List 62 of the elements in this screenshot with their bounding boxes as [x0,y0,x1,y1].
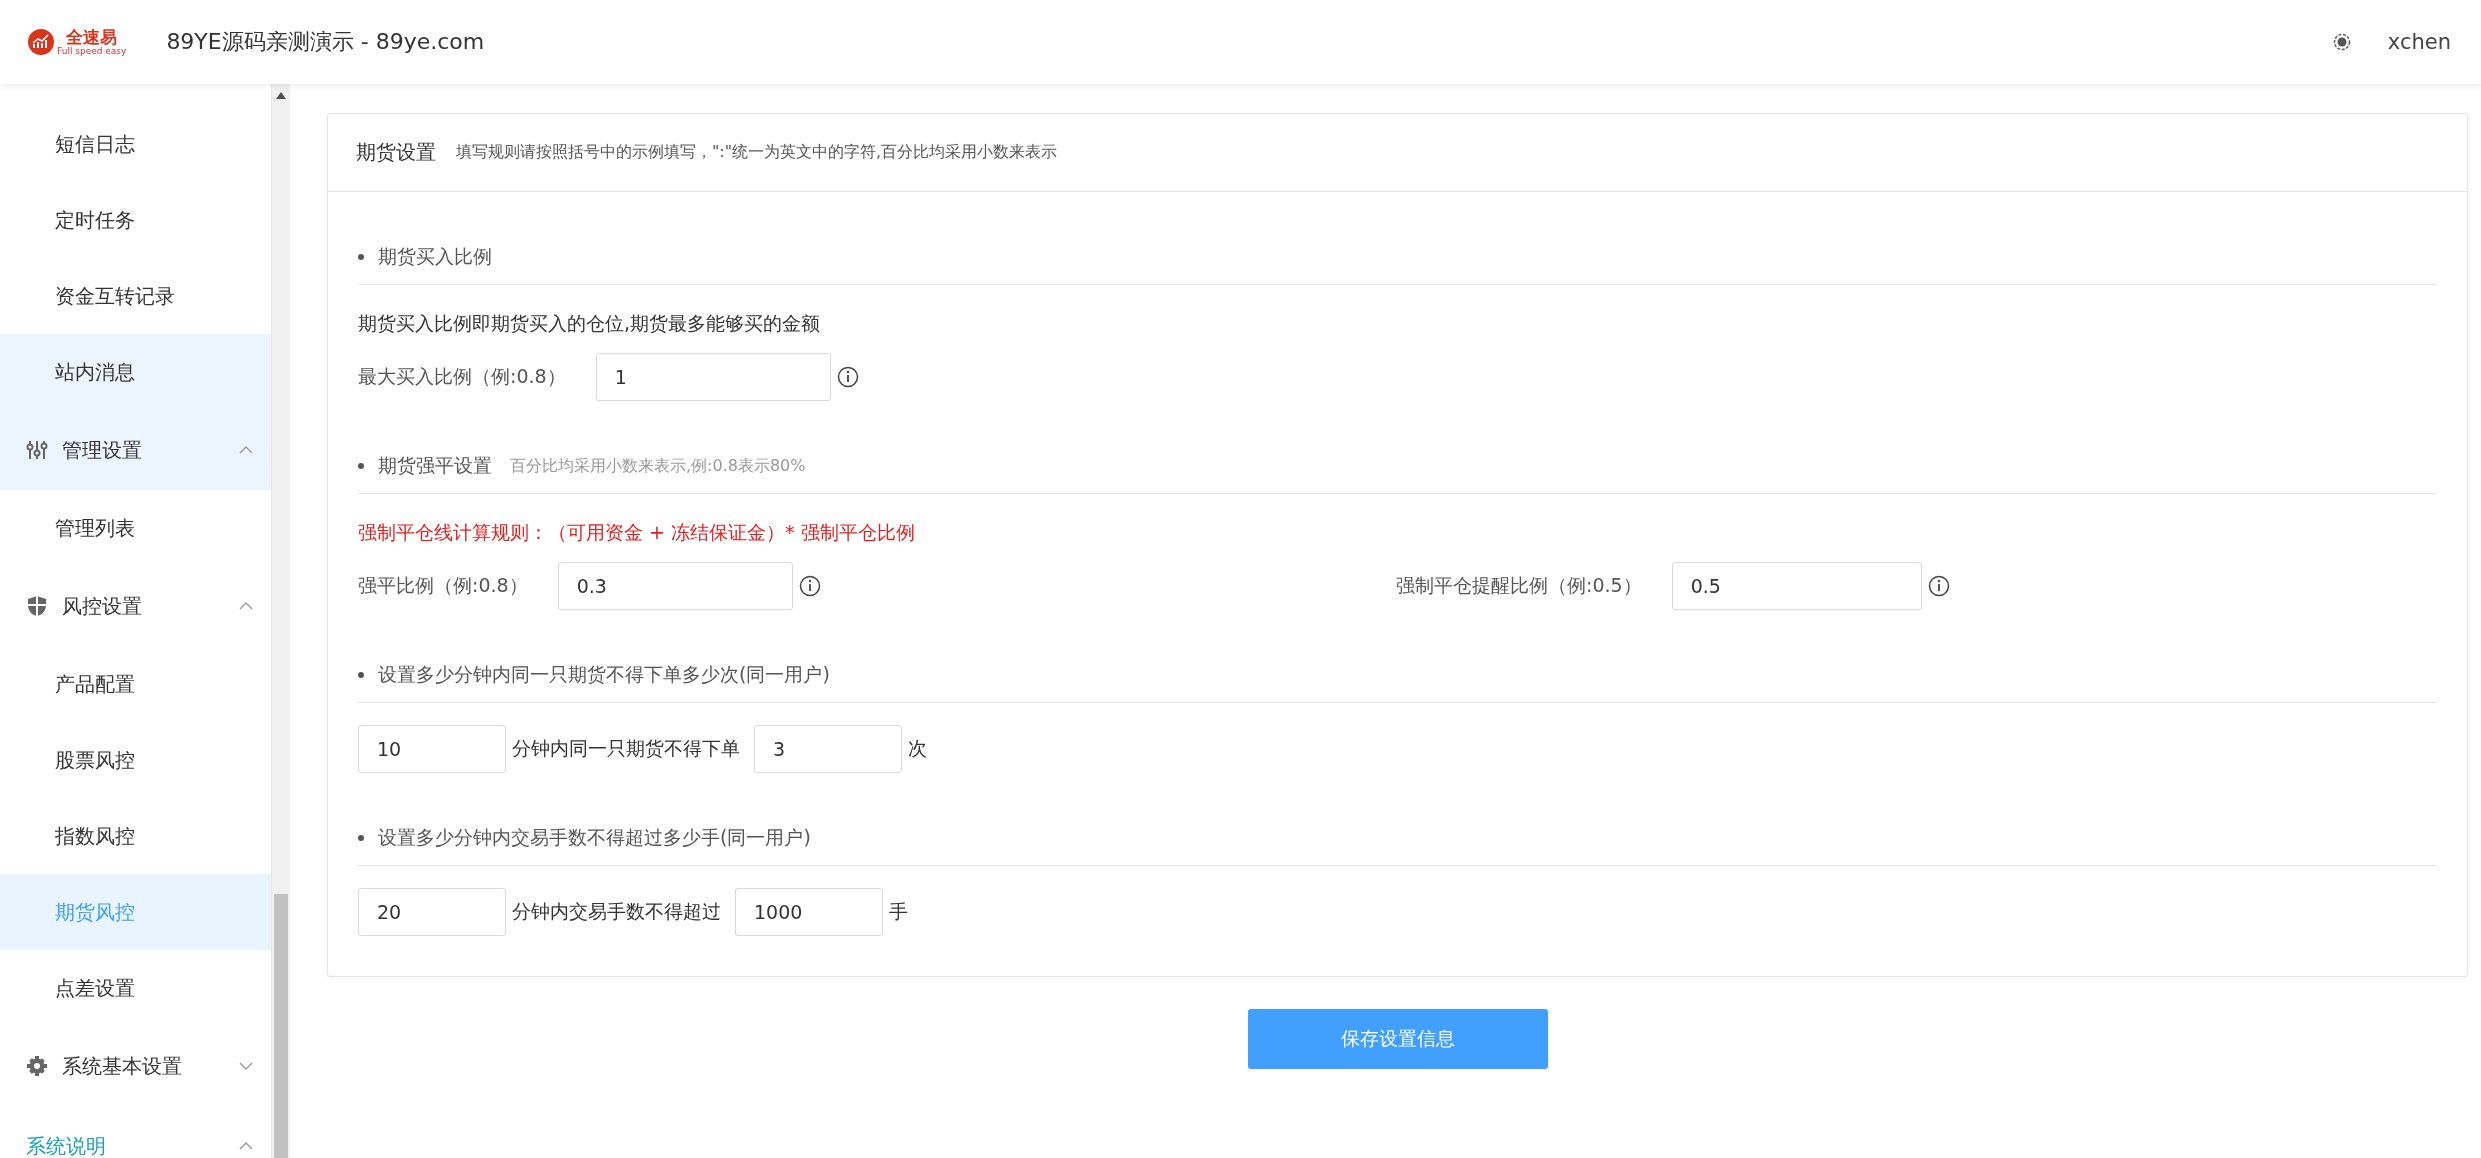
shield-icon [26,595,48,617]
scroll-up-arrow-icon[interactable] [276,92,287,99]
info-icon [798,575,821,597]
section-title: 设置多少分钟内同一只期货不得下单多少次(同一用户) [378,662,830,687]
sidebar-item[interactable]: 短信日志 [0,106,272,182]
scrollbar[interactable] [271,84,290,1158]
unit-label: 次 [908,736,927,761]
site-title: 89YE源码亲测演示 - 89ye.com [166,28,485,56]
logo-name: 全速易 [66,28,118,46]
bullet-icon [358,463,364,469]
unit-label: 分钟内同一只期货不得下单 [512,736,740,761]
input-field[interactable]: 1000 [735,888,883,936]
card-hint: 填写规则请按照括号中的示例填写，":"统一为英文中的字符,百分比均采用小数来表示 [456,142,1058,163]
sliders-icon [26,439,48,461]
chevron-icon [239,602,254,610]
gear-icon [26,1055,48,1077]
gear-icon[interactable] [2331,32,2352,52]
input-field[interactable]: 0.5 [1671,562,1922,610]
input-field[interactable]: 0.3 [557,562,793,610]
sidebar-group-label: 管理设置 [62,436,143,464]
sidebar-item[interactable]: 股票风控 [0,722,272,798]
sidebar-item[interactable]: 资金互转记录 [0,258,272,334]
section-title: 设置多少分钟内交易手数不得超过多少手(同一用户) [378,825,811,850]
bullet-icon [358,835,364,841]
input-field[interactable]: 1 [595,353,831,401]
description-text: 期货买入比例即期货买入的仓位,期货最多能够买的金额 [358,311,822,336]
sidebar-group-label: 风控设置 [62,592,143,620]
sidebar-item[interactable]: 定时任务 [0,182,272,258]
scrollbar-thumb[interactable] [274,894,288,1158]
card-title: 期货设置 [356,139,436,166]
bullet-icon [358,672,364,678]
field-label: 强制平仓提醒比例（例:0.5） [1396,573,1642,598]
chevron-icon [239,1142,254,1150]
unit-label: 分钟内交易手数不得超过 [512,899,721,924]
sidebar-item[interactable]: 产品配置 [0,646,272,722]
logo-tagline: Full speed easy [57,46,127,56]
sidebar-item[interactable]: 指数风控 [0,798,272,874]
section-title: 期货买入比例 [378,244,492,269]
chevron-icon [239,1062,254,1070]
info-icon [836,366,859,388]
sidebar-item[interactable]: 管理列表 [0,490,272,566]
sidebar-group[interactable]: 风控设置 [0,566,272,646]
sidebar-item[interactable]: 点差设置 [0,950,272,1026]
info-icon [1927,575,1950,597]
input-field[interactable]: 3 [754,725,902,773]
bullet-icon [358,254,364,260]
unit-label: 手 [889,899,908,924]
input-field[interactable]: 20 [358,888,506,936]
section-title: 期货强平设置 [378,453,492,478]
field-label: 强平比例（例:0.8） [358,573,528,598]
user-name[interactable]: xchen [2387,30,2451,54]
sidebar-group-label: 系统基本设置 [62,1052,183,1080]
sidebar-item[interactable]: 站内消息 [0,334,272,410]
sidebar-group[interactable]: 系统基本设置 [0,1026,272,1106]
sidebar-group-label: 系统说明 [25,1132,107,1158]
sidebar-group[interactable]: 管理设置 [0,410,272,490]
rule-notice: 强制平仓线计算规则：（可用资金 + 冻结保证金）* 强制平仓比例 [358,520,916,545]
input-field[interactable]: 10 [358,725,506,773]
section-note: 百分比均采用小数来表示,例:0.8表示80% [510,455,806,477]
field-label: 最大买入比例（例:0.8） [358,364,566,389]
logo-icon [28,29,54,55]
chevron-icon [239,446,254,454]
